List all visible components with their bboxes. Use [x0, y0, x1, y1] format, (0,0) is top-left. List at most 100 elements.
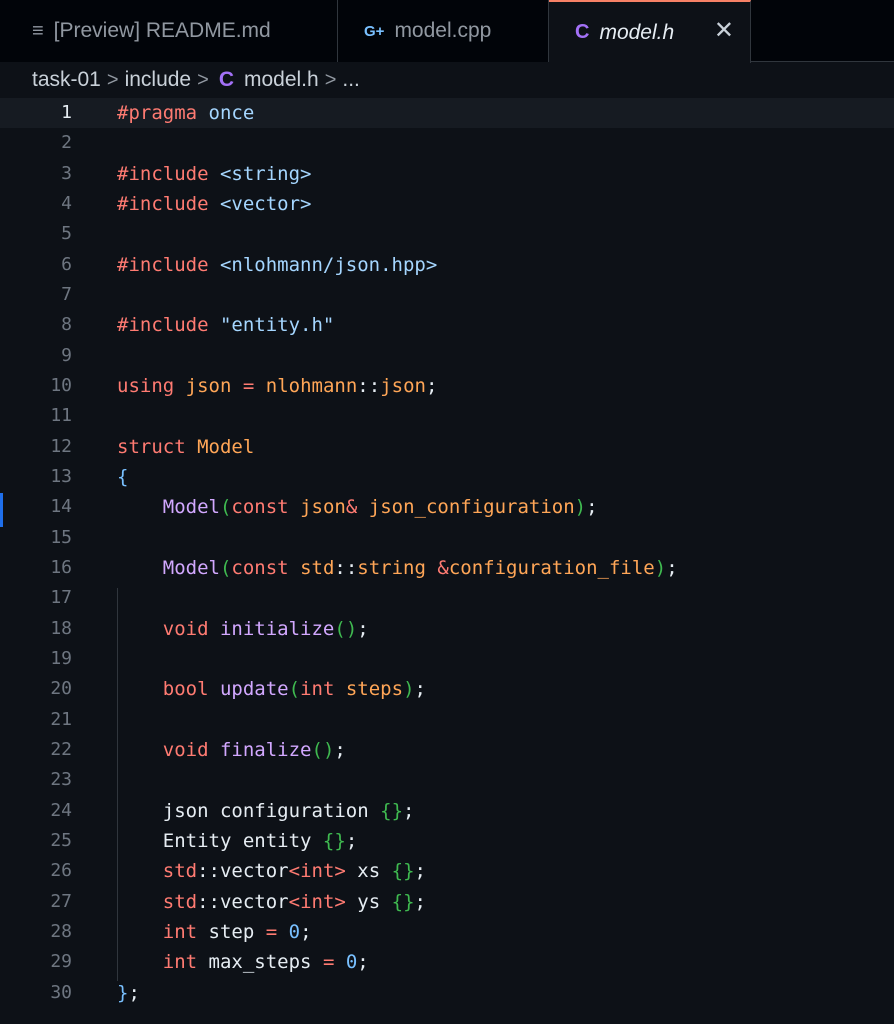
c-file-icon: C	[575, 21, 590, 43]
code-line[interactable]: 26 std::vector<int> xs {};	[0, 856, 894, 886]
code-text: Entity entity {};	[117, 829, 358, 852]
code-line[interactable]: 25 Entity entity {};	[0, 826, 894, 856]
line-number: 29	[50, 951, 72, 973]
breadcrumb: task-01 > include > C model.h > ...	[0, 62, 894, 98]
code-text: struct Model	[117, 435, 255, 458]
code-text: json configuration {};	[117, 799, 415, 822]
line-number: 14	[50, 496, 72, 518]
code-line[interactable]: 8 #include "entity.h"	[0, 310, 894, 340]
line-number: 21	[50, 708, 72, 730]
code-line[interactable]: 20 bool update(int steps);	[0, 674, 894, 704]
code-line[interactable]: 3 #include <string>	[0, 159, 894, 189]
breadcrumb-symbols[interactable]: ...	[342, 68, 360, 92]
code-line[interactable]: 2	[0, 128, 894, 158]
code-line[interactable]: 29 int max_steps = 0;	[0, 947, 894, 977]
code-line[interactable]: 30};	[0, 978, 894, 1008]
code-line[interactable]: 10 using json = nlohmann::json;	[0, 371, 894, 401]
line-number: 15	[50, 526, 72, 548]
breadcrumb-file[interactable]: model.h	[244, 68, 319, 92]
code-line[interactable]: 23	[0, 765, 894, 795]
code-text: std::vector<int> ys {};	[162, 890, 426, 913]
line-number: 28	[50, 920, 72, 942]
code-line[interactable]: 12 struct Model	[0, 432, 894, 462]
preview-icon: ≡	[32, 19, 44, 42]
code-line[interactable]: 13 {	[0, 462, 894, 492]
code-text: bool update(int steps);	[162, 678, 426, 701]
code-line[interactable]: 19	[0, 644, 894, 674]
code-line[interactable]: 17	[0, 583, 894, 613]
code-text: std::vector<int> xs {};	[162, 860, 426, 883]
code-line[interactable]: 11	[0, 401, 894, 431]
line-number: 18	[50, 617, 72, 639]
code-line[interactable]: 5	[0, 219, 894, 249]
code-text: void finalize();	[162, 738, 346, 761]
code-line[interactable]: 14 Model(const json& json_configuration)…	[0, 492, 894, 522]
line-number: 13	[50, 465, 72, 487]
code-text: int max_steps = 0;	[162, 951, 369, 974]
code-line[interactable]: 21	[0, 705, 894, 735]
code-line[interactable]: 24 json configuration {};	[0, 796, 894, 826]
line-number: 25	[50, 829, 72, 851]
code-text: #include <string>	[117, 162, 312, 185]
line-number: 11	[50, 405, 72, 427]
line-number: 1	[61, 102, 72, 123]
tab-label: [Preview] README.md	[53, 19, 271, 42]
line-number: 17	[50, 587, 72, 609]
code-editor[interactable]: 1 #pragma once 2 3 #include <string> 4 #includ…	[0, 98, 894, 1024]
line-number: 2	[61, 132, 72, 154]
code-text: #pragma once	[117, 102, 255, 124]
code-text: Model(const json& json_configuration);	[162, 496, 598, 519]
line-number: 10	[50, 374, 72, 396]
line-number: 6	[61, 253, 72, 275]
line-number: 30	[50, 981, 72, 1003]
line-number: 24	[50, 799, 72, 821]
line-number: 20	[50, 678, 72, 700]
line-number: 3	[61, 162, 72, 184]
line-number: 19	[50, 647, 72, 669]
breadcrumb-folder-include[interactable]: include	[125, 68, 192, 92]
close-icon[interactable]: ✕	[714, 16, 734, 45]
chevron-right-icon: >	[324, 68, 337, 91]
tab-readme-preview[interactable]: ≡ [Preview] README.md	[0, 0, 338, 62]
code-line[interactable]: 1 #pragma once	[0, 98, 894, 128]
tab-label: model.h	[599, 20, 675, 44]
code-text: #include <nlohmann/json.hpp>	[117, 253, 438, 276]
line-number: 23	[50, 769, 72, 791]
cpp-file-icon: G+	[364, 22, 385, 40]
code-line[interactable]: 7	[0, 280, 894, 310]
code-text: Model(const std::string &configuration_f…	[162, 556, 678, 579]
line-number: 7	[61, 283, 72, 305]
code-text: };	[117, 981, 140, 1004]
tab-label: model.cpp	[394, 19, 492, 42]
tab-model-h[interactable]: C model.h ✕	[549, 0, 751, 63]
line-number: 8	[61, 314, 72, 336]
code-line[interactable]: 18 void initialize();	[0, 614, 894, 644]
code-line[interactable]: 4 #include <vector>	[0, 189, 894, 219]
line-number: 12	[50, 435, 72, 457]
line-number: 16	[50, 556, 72, 578]
code-line[interactable]: 28 int step = 0;	[0, 917, 894, 947]
code-line[interactable]: 6 #include <nlohmann/json.hpp>	[0, 250, 894, 280]
line-number: 4	[61, 192, 72, 214]
tab-bar: ≡ [Preview] README.md G+ model.cpp C mod…	[0, 0, 894, 63]
code-text: #include <vector>	[117, 192, 312, 215]
code-text: {	[117, 465, 129, 488]
code-text: void initialize();	[162, 617, 369, 640]
code-line[interactable]: 27 std::vector<int> ys {};	[0, 887, 894, 917]
line-number: 27	[50, 890, 72, 912]
chevron-right-icon: >	[197, 68, 209, 91]
code-text: using json = nlohmann::json;	[117, 374, 438, 397]
code-line[interactable]: 9	[0, 341, 894, 371]
line-number: 22	[50, 738, 72, 760]
code-line[interactable]: 15	[0, 523, 894, 553]
code-line[interactable]: 16 Model(const std::string &configuratio…	[0, 553, 894, 583]
c-file-icon: C	[218, 68, 234, 91]
line-number: 9	[61, 344, 72, 366]
breadcrumb-folder-task[interactable]: task-01	[32, 68, 101, 92]
code-line[interactable]: 22 void finalize();	[0, 735, 894, 765]
line-number: 26	[50, 860, 72, 882]
chevron-right-icon: >	[106, 68, 119, 91]
tab-model-cpp[interactable]: G+ model.cpp	[338, 0, 549, 62]
line-number: 5	[61, 223, 72, 245]
code-text: #include "entity.h"	[117, 314, 335, 337]
